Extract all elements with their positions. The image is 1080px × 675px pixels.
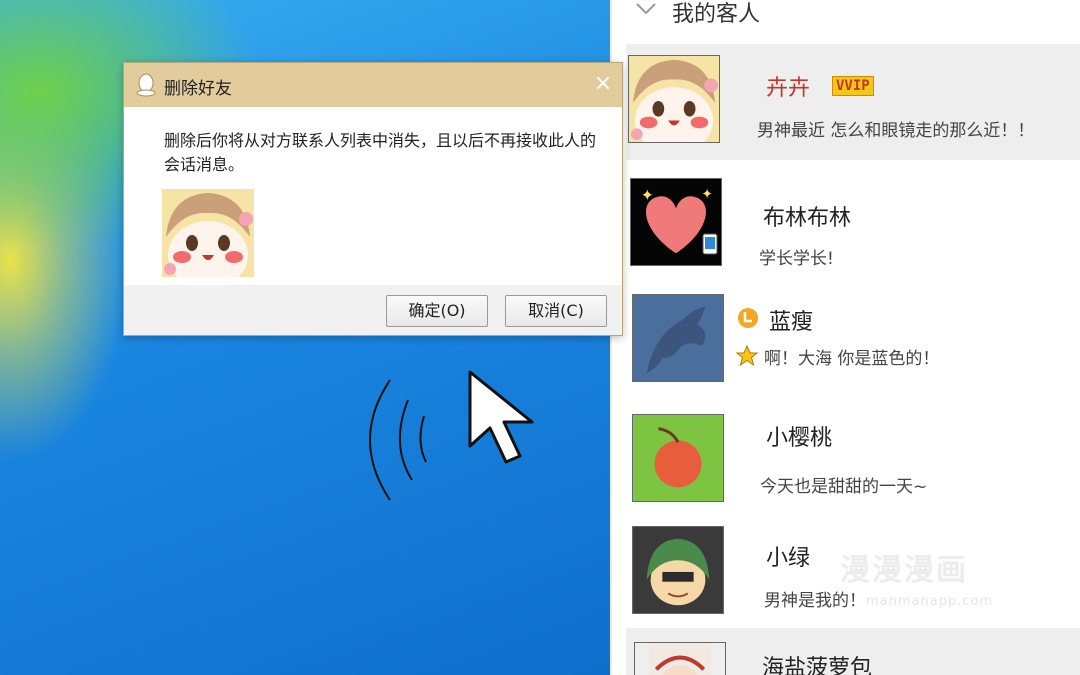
contact-name: 布林布林 [763, 206, 852, 231]
watermark-url: manmanapp.com [866, 594, 994, 609]
contact-name: 小樱桃 [766, 426, 833, 451]
dialog-titlebar[interactable]: 删除好友 × [124, 63, 622, 107]
qq-penguin-icon [136, 73, 156, 97]
level-crown-icon [738, 308, 758, 328]
dialog-message: 删除后你将从对方联系人列表中消失，且以后不再接收此人的会话消息。 [164, 131, 597, 174]
group-title: 我的客人 [672, 2, 761, 27]
vip-badge: VVIP [832, 76, 874, 96]
avatar [632, 526, 724, 614]
contact-signature: 学长学长! [759, 249, 834, 269]
contact-group-header[interactable]: 我的客人 [612, 0, 1080, 40]
contact-item-haiyanboluobao[interactable]: 海盐菠萝包 [626, 628, 1080, 675]
contact-signature: 今天也是甜甜的一天~ [760, 477, 928, 497]
dialog-title: 删除好友 [164, 79, 232, 99]
avatar [632, 294, 724, 382]
contact-item-huihui[interactable]: 卉卉 VVIP 男神最近 怎么和眼镜走的那么近！！ [626, 44, 1080, 160]
contact-signature: 啊！大海 你是蓝色的！ [764, 349, 940, 369]
avatar [632, 414, 724, 502]
dialog-footer: 确定(O) 取消(C) [124, 285, 622, 335]
contact-name: 卉卉 [766, 76, 811, 101]
svg-text:✦: ✦ [641, 186, 654, 205]
contact-name: 蓝瘦 [769, 310, 814, 335]
contact-item-xiaoyingtao[interactable]: 小樱桃 今天也是甜甜的一天~ [626, 406, 1080, 510]
svg-text:✦: ✦ [701, 187, 712, 203]
contact-item-bulinbulin[interactable]: ✦ ✦ 布林布林 学长学长! [626, 170, 1080, 274]
avatar [634, 642, 726, 675]
mobile-phone-icon [702, 233, 718, 255]
contact-signature: 男神是我的！ [764, 591, 866, 611]
cancel-button[interactable]: 取消(C) [505, 295, 607, 327]
avatar [628, 55, 720, 143]
chevron-down-icon [636, 3, 656, 15]
motion-lines [369, 379, 427, 501]
contact-signature: 男神最近 怎么和眼镜走的那么近！！ [757, 121, 1035, 141]
friend-avatar [162, 189, 254, 277]
star-badge-icon [735, 344, 759, 367]
mouse-pointer-icon [468, 370, 534, 464]
close-icon[interactable]: × [592, 73, 614, 95]
contact-name: 小绿 [766, 546, 811, 571]
confirm-button[interactable]: 确定(O) [386, 295, 488, 327]
watermark-logo: 漫漫漫画 [840, 553, 968, 588]
contact-item-lanshou[interactable]: 蓝瘦 啊！大海 你是蓝色的！ [626, 286, 1080, 390]
contact-name: 海盐菠萝包 [762, 656, 873, 675]
delete-friend-dialog: 删除好友 × 删除后你将从对方联系人列表中消失，且以后不再接收此人的会话消息。 … [123, 62, 623, 336]
